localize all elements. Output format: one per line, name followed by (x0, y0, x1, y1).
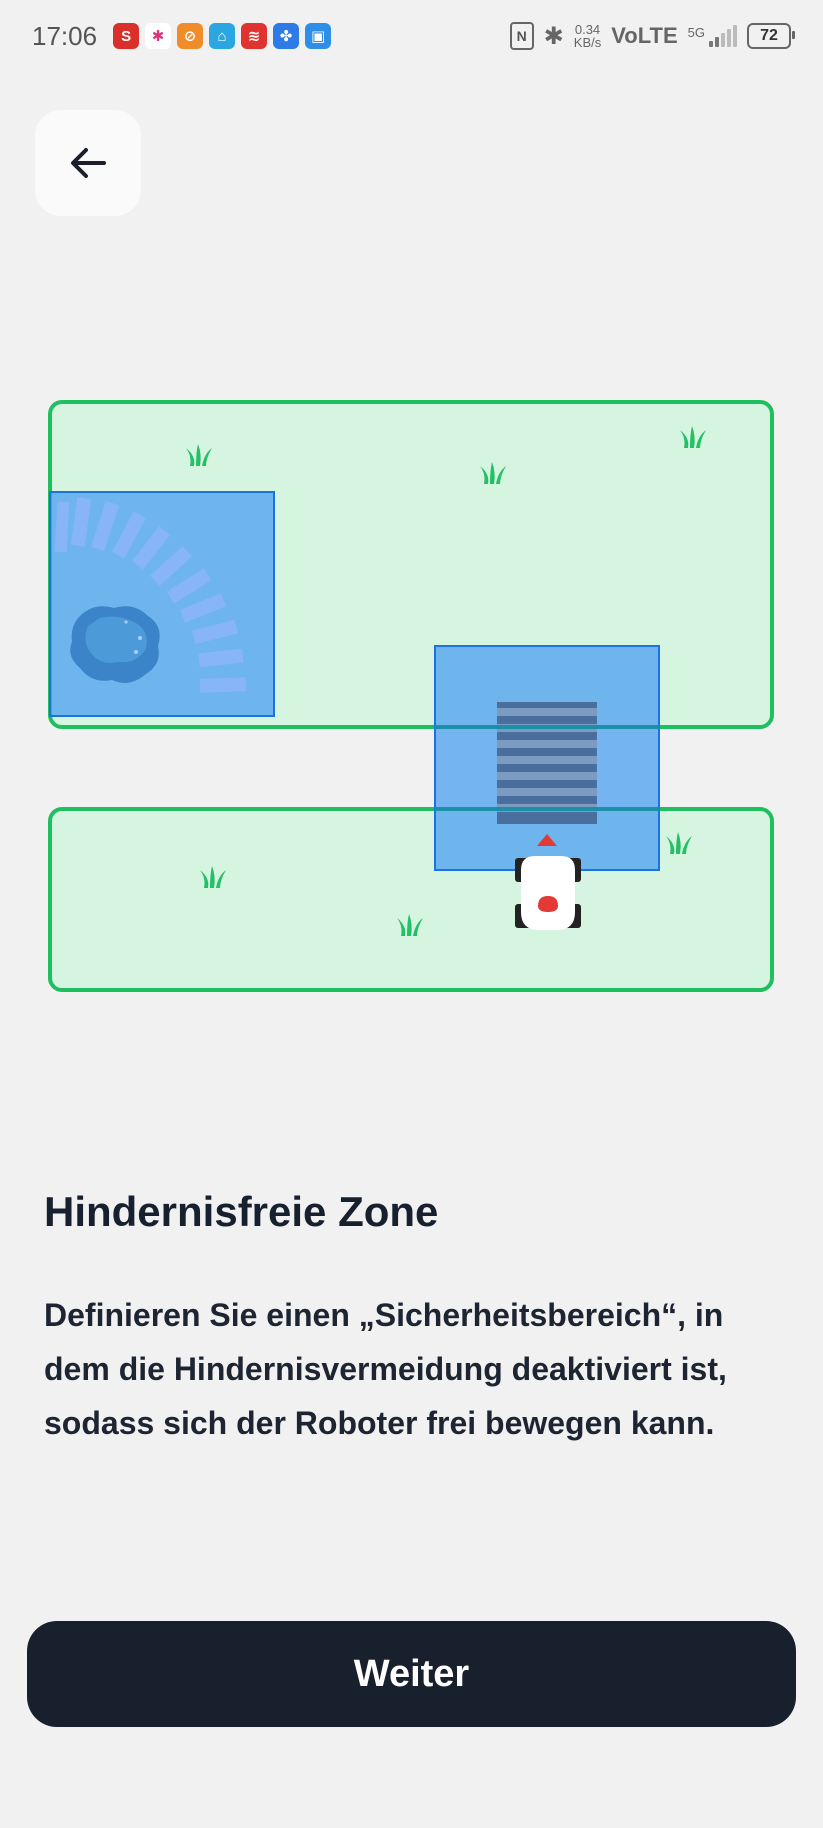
crosswalk-icon (497, 702, 597, 824)
obstacle-free-zone-left (49, 491, 275, 717)
lawn-area-bottom (48, 807, 774, 992)
continue-button[interactable]: Weiter (27, 1621, 796, 1727)
nfc-icon: N (509, 22, 534, 50)
signal-strength-icon: 5G (688, 25, 737, 47)
app-s-icon: S (113, 23, 140, 49)
volte-indicator: VoLTE (611, 23, 678, 48)
arrow-left-icon (71, 148, 106, 178)
robot-mower-icon (515, 856, 581, 930)
app-fan-icon: ✤ (273, 23, 300, 49)
battery-level: 72 (760, 27, 778, 44)
status-time: 17:06 (32, 20, 98, 51)
pond-icon (70, 606, 160, 683)
network-type: 5G (687, 25, 705, 40)
app-clipboard-icon: ▣ (305, 23, 332, 49)
network-speed: 0.34 KB/s (574, 23, 601, 49)
bluetooth-icon: ✱ (543, 22, 564, 50)
app-blue-leaf-icon: ⌂ (209, 23, 236, 49)
battery-icon: 72 (747, 23, 795, 49)
back-button[interactable] (35, 110, 141, 216)
app-slack-icon: ✱ (145, 23, 172, 49)
page-title: Hindernisfreie Zone (44, 1188, 439, 1235)
app-orange-icon: ⊘ (177, 23, 204, 49)
zone-illustration (48, 400, 774, 992)
app-red-icon: ≋ (241, 23, 268, 49)
network-speed-unit: KB/s (573, 35, 602, 50)
status-bar-left: 17:06 S ✱ ⊘ ⌂ ≋ ✤ ▣ (32, 20, 332, 52)
status-bar: 17:06 S ✱ ⊘ ⌂ ≋ ✤ ▣ N ✱ 0.34 KB/s VoLTE … (0, 0, 823, 72)
status-bar-right: N ✱ 0.34 KB/s VoLTE 5G 72 (509, 22, 795, 51)
page-description: Definieren Sie einen „Sicherheitsbereich… (44, 1297, 727, 1441)
